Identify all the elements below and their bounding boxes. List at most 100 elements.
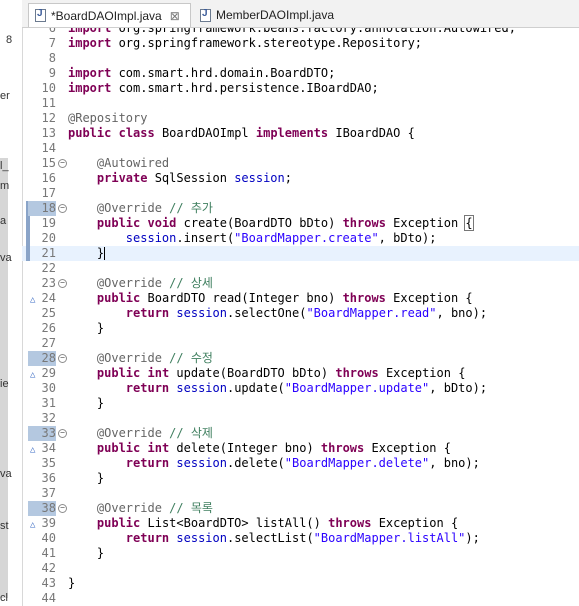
code-line[interactable]: 13 public class BoardDAOImpl implements I…: [22, 126, 579, 141]
line-number: 43: [41, 576, 56, 590]
code-text: public BoardDTO read(Integer bno) throws…: [96, 291, 473, 305]
code-text: import org.springframework.stereotype.Re…: [68, 36, 423, 50]
line-number: 24: [41, 291, 56, 305]
line-number: 18: [28, 201, 56, 216]
explorer-fragment: er: [0, 90, 10, 102]
code-text: return session.selectList("BoardMapper.l…: [125, 531, 480, 545]
tab-label: *BoardDAOImpl.java: [51, 8, 162, 23]
code-line[interactable]: 44: [22, 591, 579, 606]
code-text: }: [68, 246, 106, 260]
code-line[interactable]: 36 }: [22, 471, 579, 486]
line-number: 12: [41, 111, 56, 125]
line-number: 27: [41, 336, 56, 350]
close-icon[interactable]: ⊠: [170, 9, 180, 23]
code-text: return session.delete("BoardMapper.delet…: [125, 456, 480, 470]
code-line[interactable]: 15− @Autowired: [22, 156, 579, 171]
tab-boarddaoimpl[interactable]: *BoardDAOImpl.java ⊠: [28, 3, 191, 27]
explorer-fragment: va: [0, 468, 12, 480]
code-text: public int update(BoardDTO bDto) throws …: [96, 366, 466, 380]
code-line[interactable]: 17: [22, 186, 579, 201]
code-text: session.insert("BoardMapper.create", bDt…: [125, 231, 437, 245]
line-number: 15: [41, 156, 56, 170]
line-number: 13: [41, 126, 56, 140]
line-number: 6: [48, 28, 56, 35]
code-line[interactable]: 32: [22, 411, 579, 426]
code-line[interactable]: 14: [22, 141, 579, 156]
code-line[interactable]: 8: [22, 51, 579, 66]
code-line[interactable]: 22: [22, 261, 579, 276]
code-line[interactable]: 38− @Override // 목록: [22, 501, 579, 516]
line-number: 36: [41, 471, 56, 485]
code-line[interactable]: 43}: [22, 576, 579, 591]
line-number: 16: [41, 171, 56, 185]
code-line[interactable]: 9 import com.smart.hrd.domain.BoardDTO;: [22, 66, 579, 81]
fold-toggle-icon[interactable]: −: [58, 429, 67, 438]
line-number: 39: [41, 516, 56, 530]
code-line[interactable]: 21 }: [22, 246, 579, 261]
code-line[interactable]: 16 private SqlSession session;: [22, 171, 579, 186]
code-line[interactable]: 40 return session.selectList("BoardMappe…: [22, 531, 579, 546]
java-file-icon: [200, 8, 211, 22]
code-line[interactable]: 42: [22, 561, 579, 576]
code-line[interactable]: 20 session.insert("BoardMapper.create", …: [22, 231, 579, 246]
code-line[interactable]: 7 import org.springframework.stereotype.R…: [22, 36, 579, 51]
fold-toggle-icon[interactable]: −: [58, 204, 67, 213]
code-text: @Override // 수정: [96, 351, 213, 365]
code-text: return session.selectOne("BoardMapper.re…: [125, 306, 488, 320]
code-line[interactable]: 19 public void create(BoardDTO bDto) thr…: [22, 215, 579, 231]
code-text: }: [68, 396, 105, 410]
line-number: 41: [41, 546, 56, 560]
code-text: @Override // 삭제: [96, 426, 213, 440]
explorer-fragment: m: [0, 180, 10, 192]
line-number: 40: [41, 531, 56, 545]
code-line[interactable]: 28− @Override // 수정: [22, 351, 579, 366]
code-text: }: [68, 576, 76, 590]
code-line[interactable]: 27: [22, 336, 579, 351]
code-line[interactable]: 11: [22, 96, 579, 111]
line-number: 23: [41, 276, 56, 290]
code-text: @Override // 추가: [96, 201, 213, 215]
code-line[interactable]: 23− @Override // 상세: [22, 276, 579, 291]
line-number: 26: [41, 321, 56, 335]
code-line[interactable]: 10 import com.smart.hrd.persistence.IBoar…: [22, 81, 579, 96]
code-line[interactable]: 35 return session.delete("BoardMapper.de…: [22, 456, 579, 471]
line-number: 14: [41, 141, 56, 155]
java-file-icon: [35, 8, 46, 22]
code-line[interactable]: 25 return session.selectOne("BoardMapper…: [22, 306, 579, 321]
code-line[interactable]: 6 import org.springframework.beans.factor…: [22, 28, 579, 36]
code-line[interactable]: △ 29 public int update(BoardDTO bDto) thr…: [22, 366, 579, 381]
code-text: @Override // 상세: [96, 276, 213, 290]
code-line[interactable]: △ 24 public BoardDTO read(Integer bno) th…: [22, 291, 579, 306]
fold-toggle-icon[interactable]: −: [58, 159, 67, 168]
code-text: public List<BoardDTO> listAll() throws E…: [96, 516, 459, 530]
explorer-fragment: st: [0, 520, 9, 532]
code-line[interactable]: 31 }: [22, 396, 579, 411]
line-number: 20: [41, 231, 56, 245]
line-number: 10: [41, 81, 56, 95]
code-text: import com.smart.hrd.domain.BoardDTO;: [68, 66, 336, 80]
explorer-fragment: ie: [0, 378, 9, 390]
tab-memberdaoimpl[interactable]: MemberDAOImpl.java: [194, 3, 354, 27]
code-editor[interactable]: 6 import org.springframework.beans.factor…: [22, 28, 579, 606]
code-text: @Autowired: [96, 156, 170, 170]
code-line[interactable]: 12 @Repository: [22, 111, 579, 126]
code-line[interactable]: △ 34 public int delete(Integer bno) throw…: [22, 441, 579, 456]
code-line[interactable]: 30 return session.update("BoardMapper.up…: [22, 381, 579, 396]
code-text: }: [68, 321, 105, 335]
line-number: 34: [41, 441, 56, 455]
line-number: 42: [41, 561, 56, 575]
fold-toggle-icon[interactable]: −: [58, 279, 67, 288]
code-line[interactable]: 26 }: [22, 321, 579, 336]
text-caret: [104, 247, 106, 260]
explorer-fragment: cl: [0, 592, 8, 604]
code-line[interactable]: 33− @Override // 삭제: [22, 426, 579, 441]
code-line[interactable]: △ 39 public List<BoardDTO> listAll() thro…: [22, 516, 579, 531]
explorer-fragment: 8: [6, 34, 13, 46]
fold-toggle-icon[interactable]: −: [58, 354, 67, 363]
code-line[interactable]: 37: [22, 486, 579, 501]
line-number: 17: [41, 186, 56, 200]
code-line[interactable]: 18− @Override // 추가: [22, 201, 579, 216]
code-text: public void create(BoardDTO bDto) throws…: [96, 215, 474, 231]
code-line[interactable]: 41 }: [22, 546, 579, 561]
fold-toggle-icon[interactable]: −: [58, 504, 67, 513]
